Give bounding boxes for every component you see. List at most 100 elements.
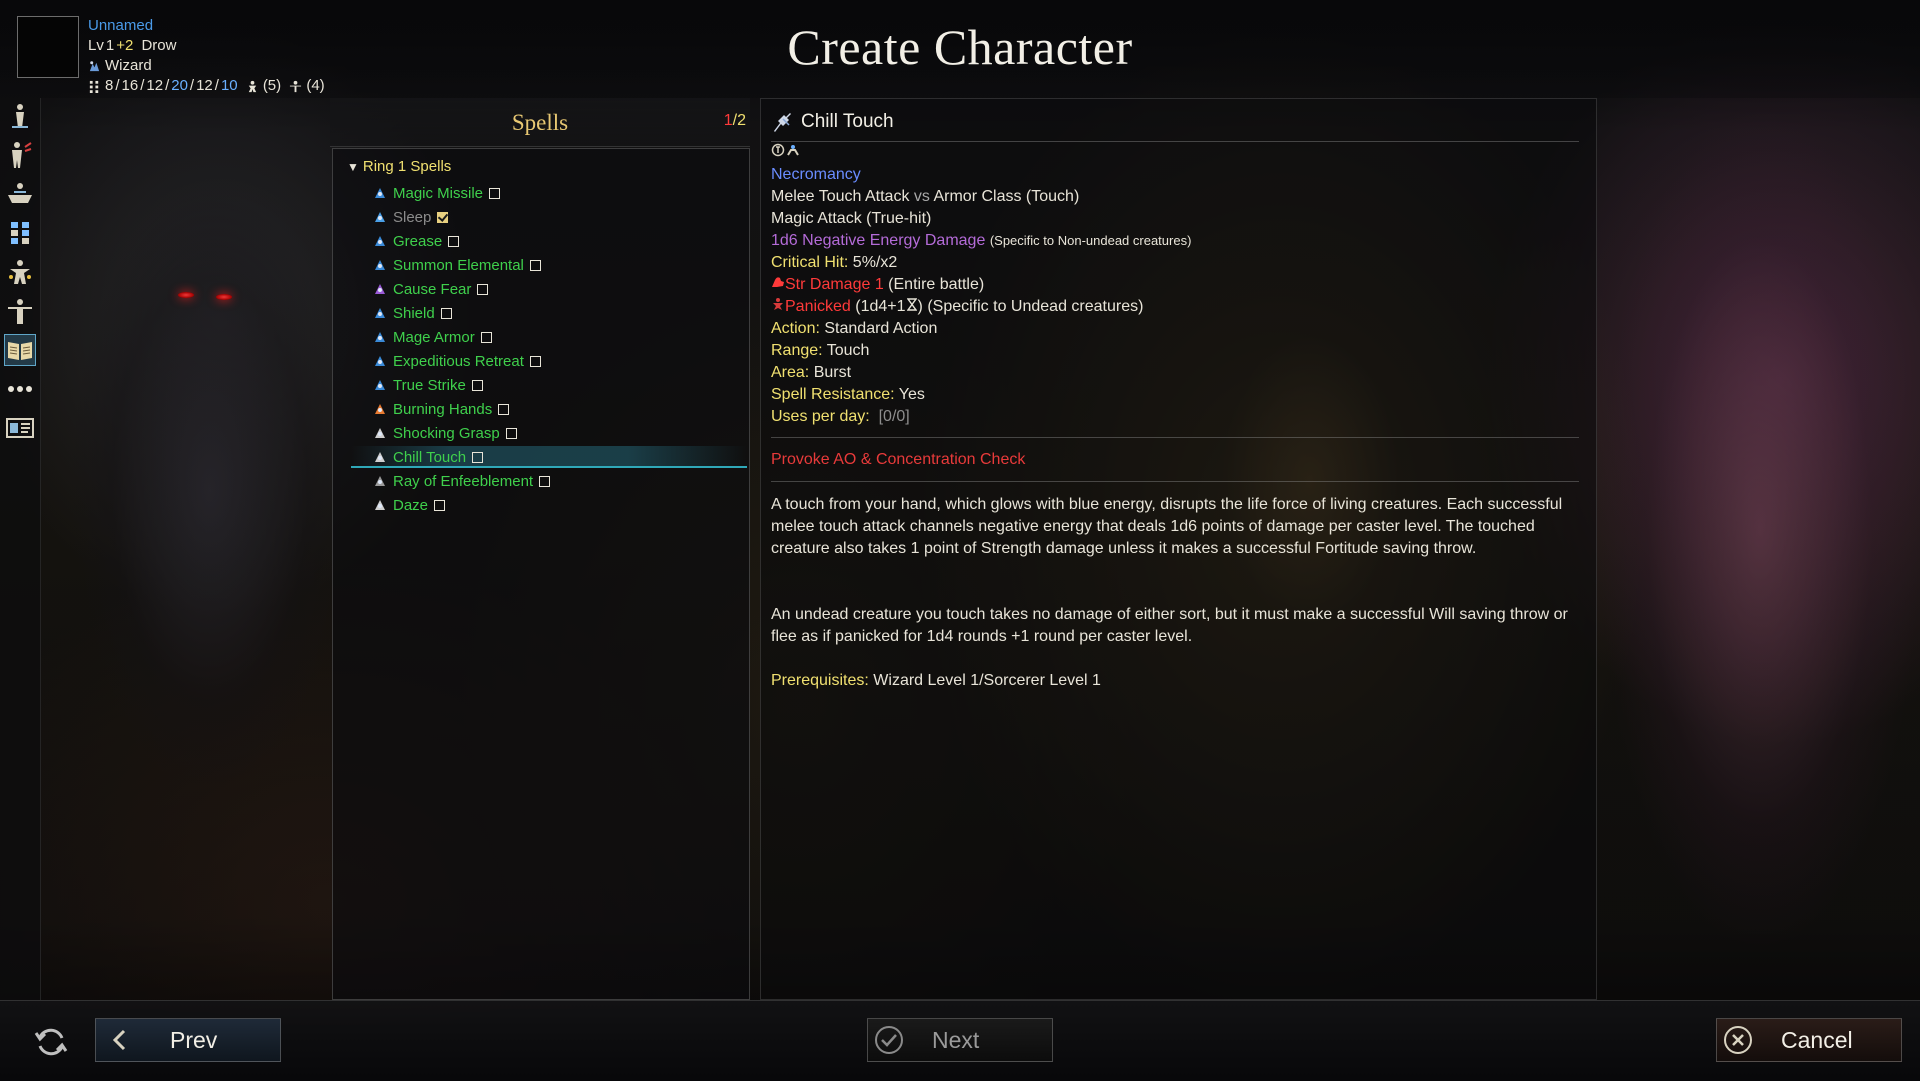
spells-tab[interactable] (4, 334, 36, 366)
stat-str: 8 (105, 77, 114, 94)
spell-resistance-line: Spell Resistance: Yes (771, 384, 925, 406)
critical-line: Critical Hit: 5%/x2 (771, 252, 897, 274)
description-paragraph-2: An undead creature you touch takes no da… (771, 606, 1568, 645)
spell-item[interactable]: Shield (373, 302, 452, 324)
checkmark-circle-icon (875, 1026, 903, 1054)
spell-checkbox[interactable] (440, 307, 452, 319)
chill-touch-icon (774, 113, 791, 132)
top-bar: Unnamed Lv 1 +2 Drow Wizard 8/16/12/20/12/… (0, 0, 1920, 98)
class-tab[interactable] (4, 139, 36, 171)
shield-icon (373, 306, 387, 320)
spells-panel: Spells 1/2 ▼ Ring 1 Spells Magic Missile… (330, 98, 750, 1000)
alignment-tab[interactable] (4, 178, 36, 210)
spell-checkbox[interactable] (437, 211, 449, 223)
spell-checkbox[interactable] (434, 499, 446, 511)
bottom-bar: Prev Next Cancel (0, 1000, 1920, 1081)
cancel-button[interactable]: Cancel (1716, 1018, 1902, 1062)
spell-label: Cause Fear (393, 280, 472, 298)
prerequisites-value: Wizard Level 1/Sorcerer Level 1 (873, 672, 1101, 689)
panicked-effect: Panicked (785, 298, 851, 315)
spell-item[interactable]: Summon Elemental (373, 254, 541, 276)
spell-item[interactable]: True Strike (373, 374, 483, 396)
panicked-duration: (1d4+1 (855, 298, 906, 315)
spell-item[interactable]: Daze (373, 494, 446, 516)
spell-checkbox[interactable] (529, 259, 541, 271)
strength-arm-icon (772, 277, 784, 287)
magic-missile-icon (373, 186, 387, 200)
spell-checkbox[interactable] (477, 283, 489, 295)
spell-item[interactable]: Cause Fear (373, 278, 489, 300)
spell-selection-counter: 1/2 (724, 112, 746, 130)
feat-figure-icon (8, 299, 32, 324)
area-line: Area: Burst (771, 362, 851, 384)
spell-item[interactable]: Grease (373, 230, 460, 252)
ring-1-group-header[interactable]: ▼ Ring 1 Spells (347, 158, 451, 175)
cause-fear-icon (373, 282, 387, 296)
skills-tab[interactable] (4, 256, 36, 288)
spell-school: Necromancy (771, 166, 861, 183)
spell-item[interactable]: Magic Missile (373, 182, 501, 204)
more-tab[interactable] (4, 373, 36, 405)
spell-checkbox[interactable] (471, 379, 483, 391)
damage-line: 1d6 Negative Energy Damage (Specific to … (771, 230, 1191, 252)
spell-item[interactable]: Sleep (373, 206, 449, 228)
race-tab[interactable] (4, 100, 36, 132)
spell-title-row: Chill Touch (771, 109, 894, 135)
spells-title: Spells (511, 110, 569, 135)
ray-of-enfeeblement-icon (373, 474, 387, 488)
chevron-left-icon (112, 1029, 126, 1051)
page-title: Create Character (787, 19, 1133, 75)
daze-icon (373, 498, 387, 512)
spell-label: Mage Armor (393, 328, 475, 346)
provoke-divider (771, 481, 1579, 482)
spell-item[interactable]: Mage Armor (373, 326, 492, 348)
spell-list[interactable]: ▼ Ring 1 Spells Magic Missile Sleep Grease… (332, 148, 750, 1000)
grease-icon (373, 234, 387, 248)
panicked-line: Panicked (1d4+1) (Specific to Undead cre… (771, 296, 1143, 318)
group-label: Ring 1 Spells (362, 158, 452, 175)
expeditious-retreat-icon (373, 354, 387, 368)
area-value: Burst (813, 364, 852, 381)
uses-per-day-line: Uses per day: [0/0] (771, 406, 910, 428)
shocking-grasp-icon (373, 426, 387, 440)
spell-checkbox[interactable] (472, 451, 484, 463)
reset-icon[interactable] (34, 1025, 68, 1059)
summary-tab[interactable] (4, 412, 36, 444)
spell-checkbox[interactable] (480, 331, 492, 343)
spell-checkbox[interactable] (489, 187, 501, 199)
spell-label: Shield (393, 304, 435, 322)
spell-checkbox[interactable] (529, 355, 541, 367)
spell-checkbox[interactable] (448, 235, 460, 247)
vs-text: vs (909, 188, 934, 205)
next-label: Next (932, 1026, 980, 1053)
component-icons (771, 142, 803, 164)
spell-label: Ray of Enfeeblement (393, 472, 534, 490)
scales-icon (8, 183, 32, 203)
stat-con: 12 (146, 77, 164, 94)
spell-checkbox[interactable] (539, 475, 551, 487)
spell-item[interactable]: Ray of Enfeeblement (373, 470, 551, 492)
spell-label: Daze (393, 496, 429, 514)
spell-checkbox[interactable] (498, 403, 510, 415)
next-button[interactable]: Next (867, 1018, 1053, 1062)
spell-item[interactable]: Expeditious Retreat (373, 350, 541, 372)
prev-button[interactable]: Prev (95, 1018, 281, 1062)
defense-type: Armor Class (Touch) (933, 188, 1080, 205)
provoke-warning: Provoke AO & Concentration Check (771, 451, 1026, 468)
abilities-tab[interactable] (4, 217, 36, 249)
spell-item[interactable]: Chill Touch (373, 446, 484, 468)
spell-detail-panel: Chill Touch Necromancy Melee Touch Attac… (760, 98, 1597, 1000)
feats-tab[interactable] (4, 295, 36, 327)
spell-item[interactable]: Shocking Grasp (373, 422, 517, 444)
step-sidebar (0, 98, 41, 1000)
ellipsis-icon (8, 386, 32, 392)
spell-checkbox[interactable] (505, 427, 517, 439)
spell-resistance-value: Yes (898, 386, 925, 403)
burning-hands-icon (373, 402, 387, 416)
spell-label: Grease (393, 232, 443, 250)
action-line: Action: Standard Action (771, 318, 937, 340)
spell-item[interactable]: Burning Hands (373, 398, 510, 420)
description-paragraph-1: A touch from your hand, which glows with… (771, 496, 1563, 557)
prerequisites-label: Prerequisites: (771, 672, 869, 689)
true-strike-icon (373, 378, 387, 392)
